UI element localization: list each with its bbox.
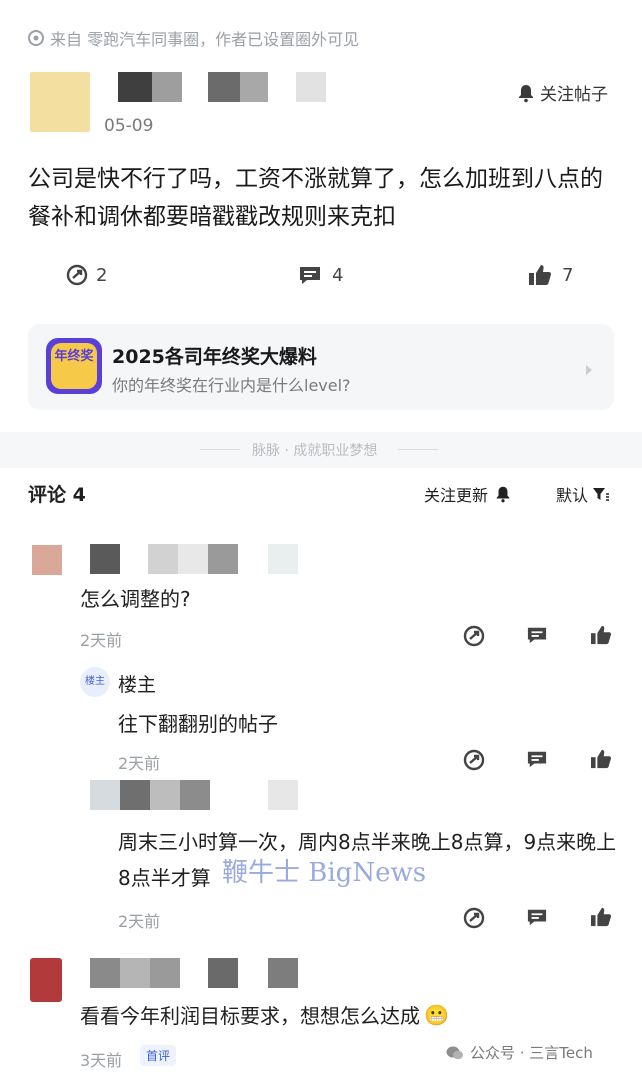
reply2-author-redacted (90, 780, 300, 810)
comment-text: 怎么调整的? (80, 587, 191, 611)
comments-title: 评论 4 (28, 484, 86, 506)
topic-card[interactable]: 年终奖 2025各司年终奖大爆料 你的年终奖在行业内是什么level? (28, 324, 614, 410)
sort-button[interactable]: 默认 (556, 482, 610, 506)
topic-badge-text: 年终奖 (54, 349, 94, 364)
share-count: 2 (96, 264, 108, 286)
wechat-icon (446, 1045, 464, 1061)
comment4-avatar[interactable] (30, 958, 62, 1002)
follow-post-button[interactable]: 关注帖子 (516, 80, 608, 105)
grimace-emoji-icon: 😬 (424, 1002, 449, 1027)
reply-like-icon[interactable] (590, 749, 612, 773)
reply2-time: 2天前 (118, 912, 161, 931)
comment4-author-redacted (90, 958, 300, 988)
comment-avatar[interactable] (32, 545, 62, 575)
comment-like-icon[interactable] (590, 625, 612, 649)
wechat-watermark-text: 公众号 · 三言Tech (470, 1044, 593, 1062)
wechat-watermark: 公众号 · 三言Tech (446, 1042, 593, 1063)
author-name-redacted (118, 72, 328, 102)
comment-share-icon[interactable] (463, 625, 485, 651)
sort-label: 默认 (556, 486, 589, 505)
commenter-name-redacted (90, 544, 300, 574)
reply-share-icon[interactable] (463, 749, 485, 775)
divider-band: 脉脉 · 成就职业梦想 (0, 432, 642, 468)
reply2-share-icon[interactable] (463, 907, 485, 933)
comment-reply-icon[interactable] (526, 625, 548, 649)
bignews-watermark: 鞭牛士 BigNews (222, 858, 427, 888)
post-content: 公司是快不行了吗，工资不涨就算了，怎么加班到八点的餐补和调休都要暗戳戳改规则来克… (28, 166, 603, 230)
chevron-right-icon (584, 361, 594, 380)
first-comment-tag: 首评 (140, 1045, 177, 1066)
follow-post-label: 关注帖子 (540, 85, 608, 105)
share-icon (66, 264, 88, 286)
owner-avatar[interactable]: 楼主 (80, 667, 110, 697)
topic-badge-icon: 年终奖 (46, 338, 102, 394)
comment-time: 2天前 (80, 631, 123, 650)
topic-title: 2025各司年终奖大爆料 (112, 346, 317, 368)
post-source: 来自 零跑汽车同事圈，作者已设置圈外可见 (28, 26, 359, 50)
comment4-text: 看看今年利润目标要求，想想怎么达成 (80, 1004, 420, 1028)
comment-count: 4 (332, 264, 344, 286)
divider-slogan: 脉脉 · 成就职业梦想 (252, 443, 378, 459)
bell-icon (494, 485, 512, 503)
thumbs-up-icon (528, 264, 552, 286)
share-action[interactable]: 2 (66, 264, 107, 286)
owner-avatar-text: 楼主 (85, 676, 105, 687)
comment4-time: 3天前 (80, 1051, 123, 1070)
like-count: 7 (562, 264, 574, 286)
circle-dot-icon (28, 30, 44, 46)
reply-time: 2天前 (118, 754, 161, 773)
first-comment-tag-text: 首评 (140, 1045, 177, 1066)
comment-icon (298, 264, 322, 286)
reply-author: 楼主 (118, 674, 157, 696)
topic-subtitle: 你的年终奖在行业内是什么level? (112, 376, 351, 395)
like-action[interactable]: 7 (528, 264, 573, 286)
filter-icon (592, 486, 610, 502)
reply-text: 往下翻翻别的帖子 (118, 712, 278, 736)
comment4-body: 看看今年利润目标要求，想想怎么达成 😬 (80, 1000, 449, 1029)
reply-reply-icon[interactable] (526, 749, 548, 773)
post-source-text: 来自 零跑汽车同事圈，作者已设置圈外可见 (50, 30, 360, 49)
follow-updates-label: 关注更新 (424, 486, 489, 505)
bell-icon (516, 83, 536, 103)
comment-action[interactable]: 4 (298, 264, 343, 286)
follow-updates-button[interactable]: 关注更新 (424, 482, 512, 506)
author-avatar[interactable] (30, 72, 90, 132)
post-date: 05-09 (104, 116, 154, 136)
reply2-reply-icon[interactable] (526, 907, 548, 931)
reply2-like-icon[interactable] (590, 907, 612, 931)
